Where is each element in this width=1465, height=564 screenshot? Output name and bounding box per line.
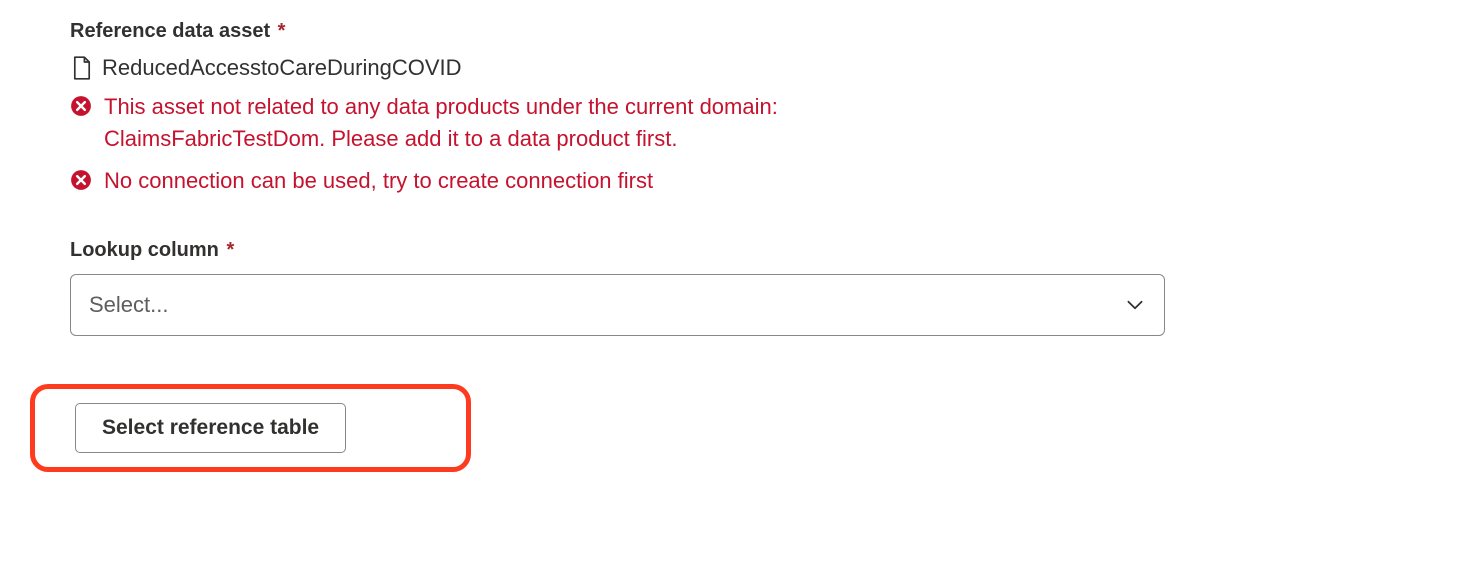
lookup-column-select[interactable]: Select... bbox=[70, 274, 1165, 336]
asset-name: ReducedAccesstoCareDuringCOVID bbox=[102, 55, 462, 81]
select-reference-table-button[interactable]: Select reference table bbox=[75, 403, 346, 453]
error-text-1: This asset not related to any data produ… bbox=[104, 91, 904, 155]
document-icon bbox=[72, 56, 92, 80]
highlight-annotation: Select reference table bbox=[30, 384, 471, 472]
lookup-column-section: Lookup column * Select... bbox=[70, 239, 1395, 336]
lookup-column-label-text: Lookup column bbox=[70, 239, 219, 261]
error-icon bbox=[70, 95, 92, 117]
reference-data-asset-label: Reference data asset * bbox=[70, 20, 1395, 43]
reference-data-asset-label-text: Reference data asset bbox=[70, 20, 270, 42]
required-asterisk: * bbox=[226, 239, 234, 261]
asset-row: ReducedAccesstoCareDuringCOVID bbox=[72, 55, 1395, 81]
reference-data-asset-section: Reference data asset * ReducedAccesstoCa… bbox=[70, 20, 1395, 197]
lookup-column-label: Lookup column * bbox=[70, 239, 1395, 262]
error-icon bbox=[70, 169, 92, 191]
error-row: No connection can be used, try to create… bbox=[70, 165, 1395, 197]
error-row: This asset not related to any data produ… bbox=[70, 91, 1395, 155]
error-text-2: No connection can be used, try to create… bbox=[104, 165, 653, 197]
lookup-column-placeholder: Select... bbox=[89, 292, 168, 318]
required-asterisk: * bbox=[278, 20, 286, 42]
chevron-down-icon bbox=[1124, 294, 1146, 316]
